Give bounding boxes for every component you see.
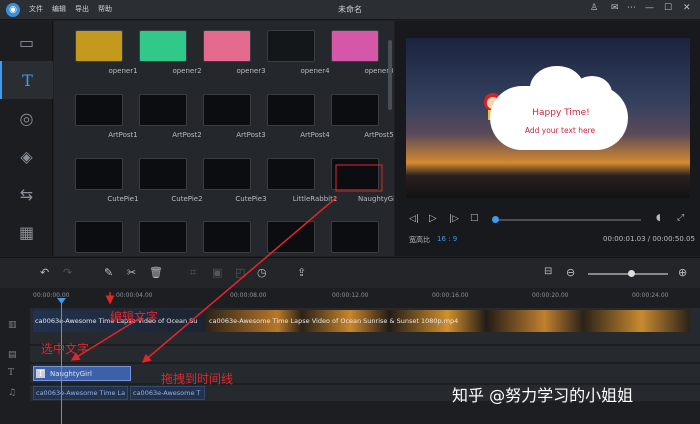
watermark: 知乎 @努力学习的小姐姐 [452,386,634,405]
export-icon[interactable]: ⇪ [297,266,306,279]
media-icon[interactable]: ▭ [0,23,53,61]
time-readout: 00:00:01.03 / 00:00:50.05 [603,235,695,243]
element-icon[interactable]: ▦ [0,213,53,251]
fullscreen-icon[interactable]: ⤢ [677,213,684,223]
duration-icon[interactable]: ◷ [257,266,267,279]
freeze-icon[interactable]: ◰ [235,266,245,279]
cloud-subtitle: Add your text here [524,126,596,135]
maximize-icon[interactable]: ☐ [664,3,672,13]
text-template-thumbnail[interactable] [139,158,187,190]
audio-clip[interactable]: ca0063e-Awesome Time La [33,386,128,400]
cloud-title: Happy Time! [532,108,590,118]
next-frame-icon[interactable]: |▷ [449,214,459,224]
ruler-tick: 00:00:16.00 [432,292,469,299]
crop-icon[interactable]: ⌗ [190,266,196,280]
delete-icon[interactable]: 🗑 [149,266,163,279]
annotation-drag: 拖拽到时间线 [161,372,234,386]
video-clip-name: ca0063e-Awesome Time Lapse Video of Ocea… [209,317,459,325]
video-track-icon: ▥ [8,320,17,330]
text-template-label: NaughtyGirl [358,195,394,203]
filter-icon[interactable]: ◎ [0,99,53,137]
video-preview: Happy Time! Add your text here [406,38,690,198]
text-template-thumbnail[interactable] [203,158,251,190]
ruler-tick: 00:00:24.00 [632,292,669,299]
close-icon[interactable]: ✕ [683,3,691,13]
redo-icon[interactable]: ↷ [63,266,72,279]
pip-track-icon: ▤ [8,350,17,360]
audio-clip-name: ca0063e-Awesome Time La [36,389,126,397]
playback-progress[interactable] [496,219,641,221]
text-icon[interactable]: T [0,61,53,99]
text-template-thumbnail[interactable] [331,94,379,126]
prev-frame-icon[interactable]: ◁| [409,214,419,224]
text-template-label: ArtPost5 [364,131,394,139]
text-template-thumbnail[interactable] [139,30,187,62]
fit-icon[interactable]: ⊟ [544,266,552,277]
ruler-tick: 00:00:20.00 [532,292,569,299]
mosaic-icon[interactable]: ▣ [212,266,222,279]
annotation-edit-text: 编辑文字 [110,310,159,324]
more-icon[interactable]: ⋯ [627,3,636,13]
text-template-thumbnail[interactable] [331,30,379,62]
audio-clip[interactable]: ca0063e-Awesome T [130,386,205,400]
text-template-thumbnail[interactable] [139,221,187,253]
text-template-thumbnail[interactable] [75,158,123,190]
text-template-thumbnail[interactable] [203,30,251,62]
text-template-thumbnail[interactable] [203,94,251,126]
text-clip-name: NaughtyGirl [50,370,92,378]
play-icon[interactable]: ▷ [429,213,437,224]
zoom-out-icon[interactable]: ⊖ [566,266,575,279]
audio-clip-name: ca0063e-Awesome T [133,389,201,397]
text-clip-icon: T [36,369,46,378]
ruler-tick: 00:00:12.00 [332,292,369,299]
music-track-icon: ♫ [8,388,17,398]
stop-icon[interactable]: □ [470,213,479,223]
text-clip[interactable]: T NaughtyGirl [33,366,131,381]
text-template-thumbnail[interactable] [331,158,379,190]
text-template-thumbnail[interactable] [267,158,315,190]
ruler-tick: 00:00:00.00 [33,292,70,299]
text-template-thumbnail[interactable] [267,30,315,62]
text-library: opener1 opener2 opener3 opener4 opener3 ArtPo… [54,21,394,256]
text-template-thumbnail[interactable] [203,221,251,253]
edit-icon[interactable]: ✎ [104,266,113,279]
user-icon[interactable]: ♙ [590,3,598,13]
cut-icon[interactable]: ✂ [127,266,136,279]
text-template-thumbnail[interactable] [75,221,123,253]
text-template-thumbnail[interactable] [139,94,187,126]
text-template-thumbnail[interactable] [75,94,123,126]
annotation-select-text: 选中文字 [41,342,90,356]
pip-track [30,346,700,362]
progress-knob[interactable] [492,216,499,223]
text-template-thumbnail[interactable] [267,221,315,253]
aspect-label: 宽高比 [409,236,430,244]
minimize-icon[interactable]: — [645,3,654,13]
text-template-label: opener3 [364,67,394,75]
text-template-thumbnail[interactable] [331,221,379,253]
zoom-slider-knob[interactable] [628,270,635,277]
ruler-tick: 00:00:04.00 [116,292,153,299]
zoom-in-icon[interactable]: ⊕ [678,266,687,279]
text-cloud-bubble[interactable] [490,66,628,150]
overlay-icon[interactable]: ◈ [0,137,53,175]
sidebar: ▭ T ◎ ◈ ⇆ ▦ [0,21,53,256]
library-scrollbar[interactable] [388,40,392,110]
aspect-value[interactable]: 16 : 9 [437,235,457,243]
volume-icon[interactable]: ◖ [656,213,661,223]
ruler-tick: 00:00:08.00 [230,292,267,299]
text-template-thumbnail[interactable] [75,30,123,62]
text-template-thumbnail[interactable] [267,94,315,126]
transition-icon[interactable]: ⇆ [0,175,53,213]
text-track-icon: T [8,368,15,378]
message-icon[interactable]: ✉ [611,3,619,13]
playhead[interactable] [61,300,62,424]
undo-icon[interactable]: ↶ [40,266,49,279]
